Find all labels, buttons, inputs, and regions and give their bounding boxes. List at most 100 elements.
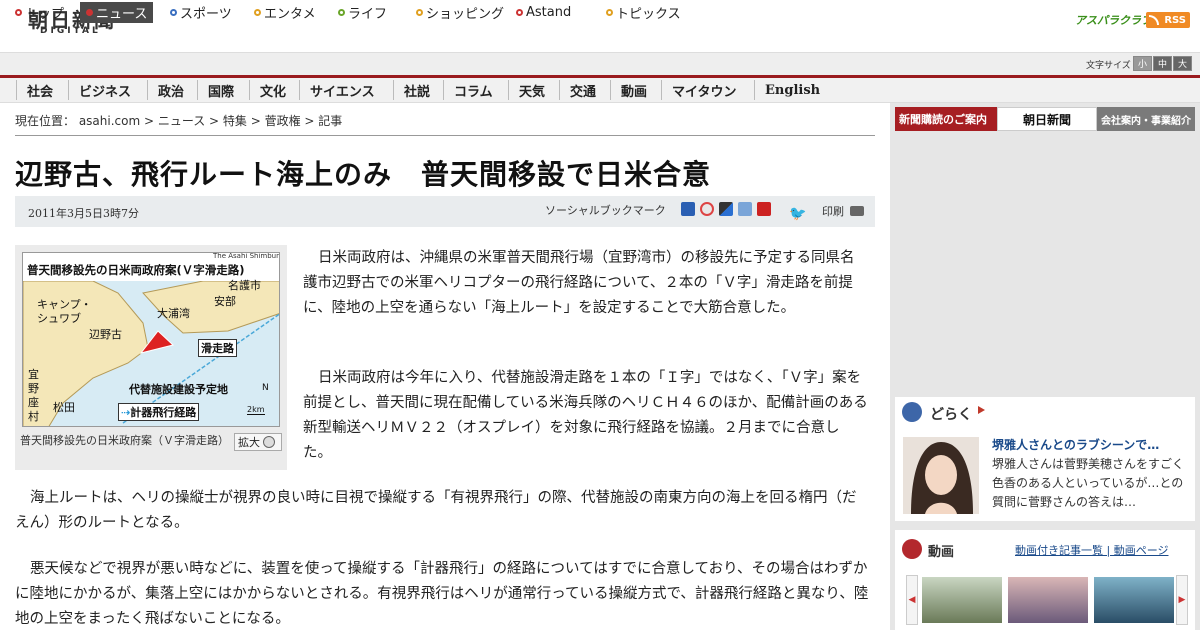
nav-item-sports[interactable]: スポーツ (170, 3, 232, 22)
asahi-logo-sub: DIGITAL (40, 26, 101, 36)
category-mytown[interactable]: マイタウン (661, 80, 736, 100)
nav-item-news[interactable]: ニュース (80, 2, 154, 23)
category-tenki[interactable]: 天気 (508, 80, 545, 100)
zoom-button[interactable]: 拡大 (234, 433, 282, 451)
category-shasetsu[interactable]: 社説 (393, 80, 430, 100)
rss-icon (1149, 15, 1159, 25)
map-label-ginoza: 宜野座村 (28, 368, 39, 423)
article-date: 2011年3月5日3時7分 (28, 207, 139, 220)
video-icon (902, 539, 922, 559)
doraku-icon (902, 402, 922, 422)
rss-label: RSS (1164, 14, 1186, 26)
bullet-icon (170, 9, 177, 16)
map-credit: The Asahi Shimbun (213, 252, 280, 260)
map-label-nago: 名護市 (228, 279, 261, 292)
nav-label: ニュース (96, 7, 148, 22)
subscription-guide-link[interactable]: 新聞購読のご案内 (895, 107, 997, 131)
route-arrow-icon: ⇢ (121, 406, 131, 419)
newsing-icon[interactable] (757, 202, 771, 216)
category-bunka[interactable]: 文化 (249, 80, 286, 100)
ad-slot (895, 134, 1195, 390)
map-scale: 2km (247, 405, 265, 415)
map-label-camp: キャンプ・シュワブ (37, 298, 92, 325)
map-label-runway: 滑走路 (198, 339, 237, 357)
global-nav (0, 52, 1200, 76)
video-thumbnail[interactable] (922, 577, 1002, 623)
category-business[interactable]: ビジネス (68, 80, 131, 100)
nav-item-entame[interactable]: エンタメ (254, 3, 316, 22)
font-size-medium-button[interactable]: 中 (1153, 56, 1172, 71)
print-link[interactable]: 印刷 (822, 203, 844, 219)
map-label-matsuda: 松田 (53, 401, 75, 414)
nav-label: ライフ (348, 7, 388, 22)
doraku-summary: 堺雅人さんは菅野美穂さんをすごく色香のある人といっているが…との質問に菅野さんの… (992, 457, 1185, 509)
nav-item-top[interactable]: トップ (15, 3, 64, 22)
nav-item-shopping[interactable]: ショッピング (416, 3, 504, 22)
doraku-photo[interactable] (903, 437, 979, 514)
nav-item-life[interactable]: ライフ (338, 3, 387, 22)
category-kokusai[interactable]: 国際 (197, 80, 234, 100)
nav-label: スポーツ (180, 7, 232, 22)
map-label-planned: 代替施設建設予定地 (129, 383, 228, 396)
nav-label: トピックス (616, 7, 681, 22)
nav-item-astand[interactable]: Astand (516, 3, 571, 22)
buzzurl-icon[interactable] (700, 202, 714, 216)
category-english[interactable]: English (754, 80, 820, 100)
video-thumbnail[interactable] (1008, 577, 1088, 623)
bullet-icon (516, 9, 523, 16)
category-science[interactable]: サイエンス (299, 80, 375, 100)
map-label-abu: 安部 (214, 295, 236, 308)
company-info-link[interactable]: 会社案内・事業紹介 (1097, 107, 1195, 131)
arrow-right-icon (978, 406, 985, 414)
video-links[interactable]: 動画付き記事一覧 | 動画ページ (1015, 542, 1168, 558)
map-label-henoko: 辺野古 (89, 328, 122, 341)
hatena-bookmark-icon[interactable] (681, 202, 695, 216)
category-douga[interactable]: 動画 (610, 80, 647, 100)
map-route-text: 計器飛行経路 (130, 406, 197, 419)
nav-label: ショッピング (426, 7, 505, 22)
article-paragraph: 海上ルートは、ヘリの操縦士が視界の良い時に目視で操縦する「有視界飛行」の際、代替… (15, 490, 857, 531)
rss-button[interactable]: RSS (1146, 12, 1190, 28)
doraku-title[interactable]: どらく (930, 404, 972, 424)
category-shakai[interactable]: 社会 (16, 80, 53, 100)
article-headline: 辺野古、飛行ルート海上のみ 普天間移設で日米合意 (15, 158, 712, 191)
font-size-small-button[interactable]: 小 (1133, 56, 1152, 71)
asupara-club-link[interactable]: アスパラクラブ (1075, 12, 1152, 28)
carousel-next-button[interactable]: ▶ (1176, 575, 1188, 625)
zoom-label: 拡大 (238, 436, 260, 449)
livedoor-clip-icon[interactable] (738, 202, 752, 216)
nav-label: Astand (526, 5, 572, 20)
article-paragraph: 日米両政府は今年に入り、代替施設滑走路を１本の「Ｉ字」ではなく、「Ｖ字」案を前提… (303, 370, 868, 461)
nav-item-topics[interactable]: トピックス (606, 3, 681, 22)
magnifier-icon (263, 436, 275, 448)
delicious-icon[interactable] (719, 202, 733, 216)
video-title: 動画 (928, 545, 955, 560)
doraku-headline-link[interactable]: 堺雅人さんとのラブシーンで… (992, 436, 1159, 453)
category-column[interactable]: コラム (443, 80, 493, 100)
photo-caption: 普天間移設先の日米政府案（Ｖ字滑走路） (20, 434, 229, 447)
bullet-icon (254, 9, 261, 16)
font-size-label: 文字サイズ (1086, 61, 1131, 71)
map-label-oura: 大浦湾 (157, 307, 190, 320)
map-label-route: ⇢計器飛行経路 (118, 403, 200, 421)
bullet-icon (416, 9, 423, 16)
map-title: 普天間移設先の日米両政府案(Ｖ字滑走路) (27, 263, 245, 277)
category-kotsu[interactable]: 交通 (559, 80, 596, 100)
carousel-prev-button[interactable]: ◀ (906, 575, 918, 625)
nav-label: トップ (25, 7, 65, 22)
divider (15, 135, 875, 136)
font-size-large-button[interactable]: 大 (1173, 56, 1192, 71)
category-seiji[interactable]: 政治 (147, 80, 184, 100)
printer-icon[interactable] (850, 206, 864, 216)
bullet-icon (338, 9, 345, 16)
bullet-icon (606, 9, 613, 16)
social-bookmark-label: ソーシャルブックマーク (545, 204, 666, 217)
article-paragraph: 日米両政府は、沖縄県の米軍普天間飛行場（宜野湾市）の移設先に予定する同県名護市辺… (303, 250, 855, 316)
twitter-icon[interactable]: 🐦 (789, 206, 806, 222)
nav-label: エンタメ (264, 7, 316, 22)
map-image[interactable]: 普天間移設先の日米両政府案(Ｖ字滑走路) The Asahi Shimbun キ… (22, 252, 280, 427)
subscription-banner[interactable]: 新聞購読のご案内 朝日新聞 会社案内・事業紹介 (895, 107, 1195, 131)
breadcrumb[interactable]: 現在位置： asahi.com > ニュース > 特集 > 菅政権 > 記事 (15, 112, 342, 129)
video-thumbnail[interactable] (1094, 577, 1174, 623)
article-paragraph: 悪天候などで視界が悪い時などに、装置を使って操縦する「計器飛行」の経路については… (15, 561, 869, 627)
